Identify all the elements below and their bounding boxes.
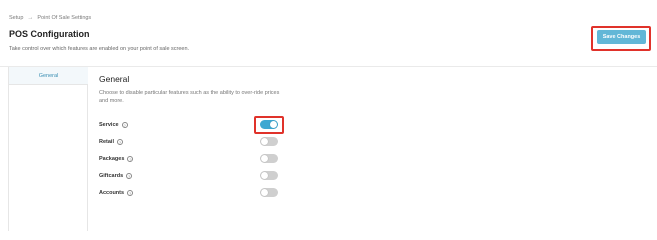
section-description: Choose to disable particular features su…: [99, 90, 280, 104]
info-icon[interactable]: ?: [121, 122, 128, 128]
feature-row-packages: Packages ?: [99, 153, 289, 165]
info-icon[interactable]: ?: [127, 156, 134, 162]
retail-toggle[interactable]: [260, 137, 278, 146]
toggle-knob: [261, 172, 268, 179]
accounts-toggle[interactable]: [260, 188, 278, 197]
feature-row-retail: Retail ?: [99, 136, 289, 148]
page-title: POS Configuration: [9, 29, 90, 39]
info-icon[interactable]: ?: [116, 139, 123, 145]
settings-sidenav: General: [8, 67, 88, 231]
info-icon[interactable]: ?: [127, 190, 134, 196]
breadcrumb: Setup → Point Of Sale Settings: [9, 15, 91, 21]
toggle-knob: [261, 138, 268, 145]
feature-label-retail: Retail: [99, 139, 114, 145]
section-title: General: [99, 74, 130, 84]
feature-row-giftcards: Giftcards ?: [99, 170, 289, 182]
feature-row-accounts: Accounts ?: [99, 187, 289, 199]
header-divider: [0, 66, 657, 67]
feature-label-packages: Packages: [99, 156, 125, 162]
feature-row-service: Service ?: [99, 119, 289, 131]
service-toggle[interactable]: [260, 120, 278, 129]
breadcrumb-setup-link[interactable]: Setup: [9, 15, 23, 21]
sidebar-item-general[interactable]: General: [9, 67, 88, 85]
giftcards-toggle[interactable]: [260, 171, 278, 180]
toggle-knob: [261, 155, 268, 162]
breadcrumb-separator: →: [27, 15, 34, 21]
save-changes-button[interactable]: Save Changes: [597, 30, 646, 44]
feature-label-accounts: Accounts: [99, 190, 125, 196]
feature-label-service: Service: [99, 122, 119, 128]
info-icon[interactable]: ?: [126, 173, 133, 179]
packages-toggle[interactable]: [260, 154, 278, 163]
page-description: Take control over which features are ena…: [9, 46, 190, 52]
toggle-knob: [270, 121, 277, 128]
toggle-knob: [261, 189, 268, 196]
breadcrumb-current: Point Of Sale Settings: [37, 15, 92, 21]
feature-label-giftcards: Giftcards: [99, 173, 124, 179]
